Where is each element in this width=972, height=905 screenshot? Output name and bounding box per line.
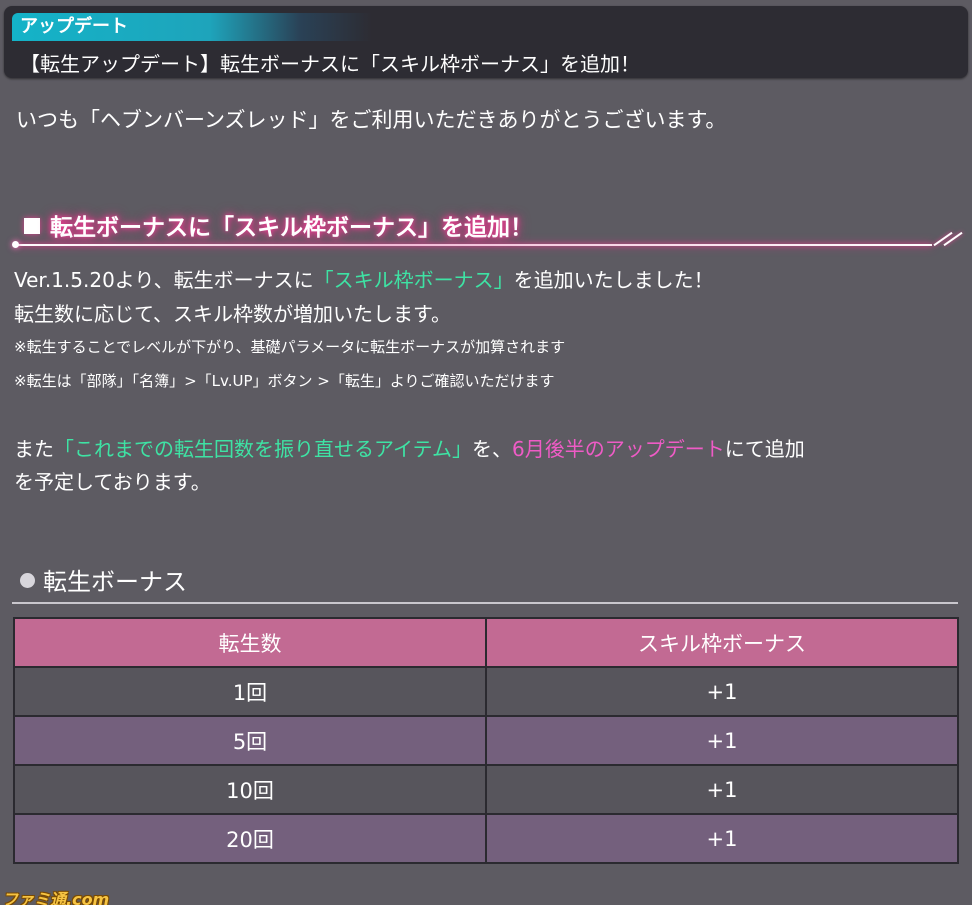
table-cell: 20回 xyxy=(13,813,487,864)
table-row: 5回 +1 xyxy=(13,715,959,766)
table-cell: 1回 xyxy=(13,666,487,717)
highlight-text: 6月後半のアップデート xyxy=(512,437,725,461)
table-row: 1回 +1 xyxy=(13,666,959,717)
underline-dot xyxy=(12,241,19,248)
table-cell: +1 xyxy=(485,666,959,717)
section-heading-text: 転生ボーナスに「スキル枠ボーナス」を追加！ xyxy=(50,215,533,241)
notice-header: アップデート 【転生アップデート】転生ボーナスに「スキル枠ボーナス」を追加！ xyxy=(4,6,968,78)
column-header: 転生数 xyxy=(13,617,487,668)
table-row: 10回 +1 xyxy=(13,764,959,815)
bonus-table: 転生数 スキル枠ボーナス 1回 +1 5回 +1 10回 +1 20回 +1 xyxy=(13,617,959,864)
heading-underline xyxy=(14,244,932,246)
section-heading: 転生ボーナスに「スキル枠ボーナス」を追加！ xyxy=(24,208,533,242)
bonus-divider xyxy=(12,602,958,604)
table-cell: +1 xyxy=(485,813,959,864)
bonus-heading-text: 転生ボーナス xyxy=(43,568,187,596)
note-line-2: ※転生は「部隊」「名簿」>「Lv.UP」ボタン >「転生」よりご確認いただけます xyxy=(14,372,555,390)
body-text: を、 xyxy=(472,437,512,461)
body-text: また xyxy=(14,437,54,461)
note-line-1: ※転生することでレベルが下がり、基礎パラメータに転生ボーナスが加算されます xyxy=(14,338,566,356)
highlight-text: 「スキル枠ボーナス」 xyxy=(313,268,514,292)
bonus-heading: 転生ボーナス xyxy=(20,562,187,597)
column-header: スキル枠ボーナス xyxy=(485,617,959,668)
table-row: 20回 +1 xyxy=(13,813,959,864)
body-line-1: Ver.1.5.20より、転生ボーナスに「スキル枠ボーナス」を追加いたしました！ xyxy=(14,264,714,293)
circle-bullet-icon xyxy=(20,573,35,588)
square-bullet-icon xyxy=(24,218,40,234)
greeting-text: いつも「ヘブンバーンズレッド」をご利用いただきありがとうございます。 xyxy=(16,108,727,132)
table-cell: 10回 xyxy=(13,764,487,815)
body-text: Ver.1.5.20より、転生ボーナスに xyxy=(14,268,314,292)
category-tag: アップデート xyxy=(12,13,372,41)
body-text: にて追加 xyxy=(724,437,805,461)
body-line-2: 転生数に応じて、スキル枠数が増加いたします。 xyxy=(14,302,451,326)
table-cell: +1 xyxy=(485,715,959,766)
body-line-3: また「これまでの転生回数を振り直せるアイテム」を、6月後半のアップデートにて追加 xyxy=(14,433,805,462)
highlight-text: 「これまでの転生回数を振り直せるアイテム」 xyxy=(54,437,472,461)
table-cell: +1 xyxy=(485,764,959,815)
watermark-logo: ファミ通.com xyxy=(2,890,110,905)
body-line-4: を予定しております。 xyxy=(14,470,211,494)
notice-title: 【転生アップデート】転生ボーナスに「スキル枠ボーナス」を追加！ xyxy=(20,52,640,76)
table-header-row: 転生数 スキル枠ボーナス xyxy=(13,617,959,668)
body-text: を追加いたしました！ xyxy=(513,268,714,292)
table-cell: 5回 xyxy=(13,715,487,766)
